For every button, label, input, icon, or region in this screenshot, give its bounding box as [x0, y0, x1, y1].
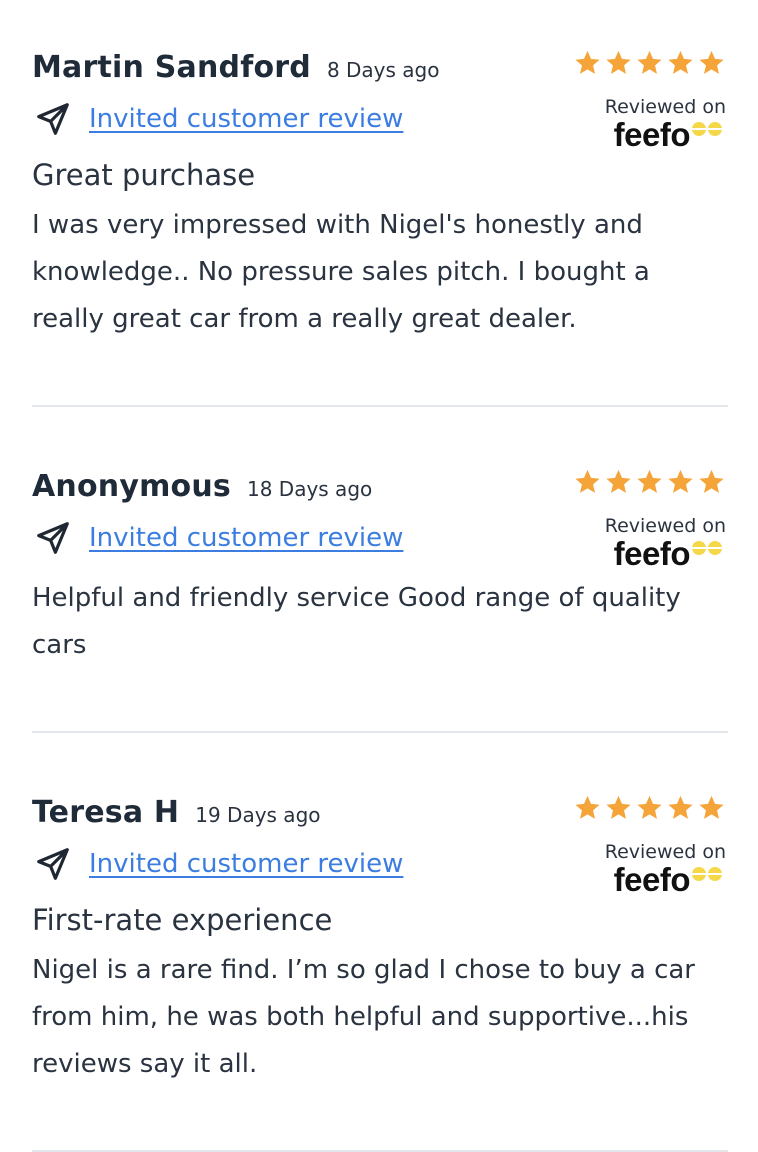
- star-icon: [575, 795, 600, 819]
- review-card: Anonymous 18 Days ago Invited customer r…: [0, 407, 758, 732]
- review-title: First-rate experience: [32, 903, 333, 937]
- review-age: 18 Days ago: [246, 477, 373, 501]
- review-body: Nigel is a rare find. I’m so glad I chos…: [32, 955, 695, 1079]
- reviewer-name: Anonymous: [32, 469, 231, 504]
- star-icon: [699, 469, 724, 493]
- star-icon: [668, 50, 693, 74]
- invited-review-link[interactable]: Invited customer review: [34, 100, 403, 138]
- feefo-logo: feefo: [614, 535, 726, 573]
- star-icon: [606, 795, 631, 819]
- star-icon: [606, 469, 631, 493]
- feefo-eyes-icon: [692, 867, 722, 881]
- review-header: Martin Sandford 8 Days ago: [32, 50, 439, 85]
- star-rating: [566, 463, 726, 501]
- rating-block: Reviewed on feefo: [566, 44, 726, 154]
- review-age: 19 Days ago: [195, 803, 321, 827]
- feefo-wordmark: feefo: [613, 116, 691, 153]
- star-icon: [606, 50, 631, 74]
- reviews-list: Martin Sandford 8 Days ago Invited custo…: [0, 0, 758, 1152]
- reviewer-name: Teresa H: [32, 795, 180, 830]
- star-rating: [566, 44, 726, 82]
- review-body: I was very impressed with Nigel's honest…: [32, 210, 650, 334]
- rating-block: Reviewed on feefo: [566, 463, 726, 573]
- reviewer-name: Martin Sandford: [32, 50, 311, 85]
- invited-review-label[interactable]: Invited customer review: [89, 104, 403, 134]
- star-icon: [699, 50, 724, 74]
- feefo-logo: feefo: [614, 116, 726, 154]
- feefo-eyes-icon: [692, 541, 722, 555]
- paper-plane-icon: [37, 103, 69, 135]
- review-header: Anonymous 18 Days ago: [32, 469, 372, 504]
- star-icon: [668, 795, 693, 819]
- feefo-eyes-icon: [692, 122, 722, 136]
- invited-review-label[interactable]: Invited customer review: [89, 849, 403, 879]
- paper-plane-icon: [37, 522, 69, 554]
- feefo-logo: feefo: [614, 861, 726, 899]
- review-card: Teresa H 19 Days ago Invited customer re…: [0, 733, 758, 1151]
- star-icon: [637, 50, 662, 74]
- rating-block: Reviewed on feefo: [566, 789, 726, 899]
- review-body: Helpful and friendly service Good range …: [32, 583, 681, 660]
- review-header: Teresa H 19 Days ago: [32, 795, 321, 830]
- invited-review-link[interactable]: Invited customer review: [34, 845, 403, 883]
- star-icon: [575, 50, 600, 74]
- star-icon: [575, 469, 600, 493]
- review-card: Martin Sandford 8 Days ago Invited custo…: [0, 0, 758, 406]
- star-icon: [699, 795, 724, 819]
- invited-review-link[interactable]: Invited customer review: [34, 519, 403, 557]
- review-title: Great purchase: [32, 158, 256, 192]
- star-icon: [637, 795, 662, 819]
- feefo-wordmark: feefo: [613, 861, 691, 898]
- star-icon: [637, 469, 662, 493]
- review-age: 8 Days ago: [326, 58, 440, 82]
- paper-plane-icon: [37, 848, 69, 880]
- feefo-wordmark: feefo: [613, 535, 691, 572]
- invited-review-label[interactable]: Invited customer review: [89, 523, 403, 553]
- reviewed-on-label: Reviewed on: [604, 841, 726, 863]
- reviewed-on-label: Reviewed on: [604, 96, 726, 118]
- reviewed-on-label: Reviewed on: [604, 515, 726, 537]
- star-icon: [668, 469, 693, 493]
- star-rating: [566, 789, 726, 827]
